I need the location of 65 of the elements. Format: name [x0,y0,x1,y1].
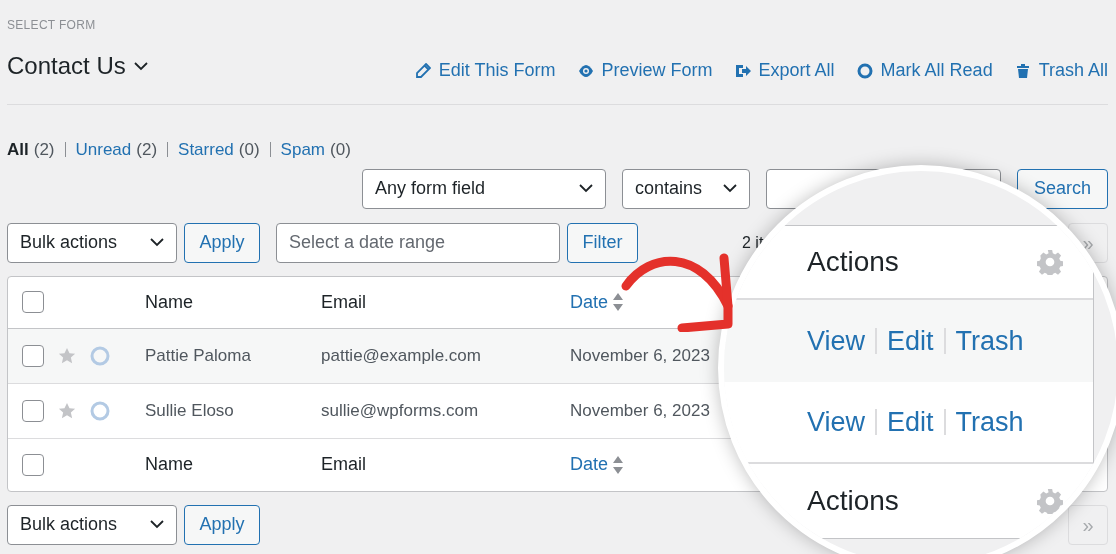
column-header: Name [145,290,193,314]
column-header: Actions [807,245,899,279]
row-checkbox[interactable] [22,399,44,422]
row-checkbox[interactable] [22,344,44,367]
row-checkbox[interactable] [22,291,44,313]
export-icon [734,62,751,79]
date-cell-text: November 6, 2023 [570,399,711,422]
column-header: Actions [807,484,899,518]
email-cell-text: pattie@example.com [321,344,482,367]
name-cell-text: Pattie Paloma [145,344,252,367]
column-header[interactable]: Date [570,451,609,478]
view-filter-link[interactable]: Starred (0) [178,137,260,163]
row-action-link[interactable]: Edit [887,401,934,443]
bulk-actions-select-value: Bulk actions [20,513,118,536]
column-header: Email [321,290,366,314]
column-header[interactable]: Date [570,288,609,316]
action-link[interactable]: Trash All [1014,57,1108,84]
field-select-value: Any form field [375,177,486,200]
column-header: Email [321,453,366,476]
settings-icon[interactable] [1037,488,1063,514]
bulk-actions-select[interactable]: Bulk actions [7,222,177,263]
form-selector[interactable]: Contact Us [7,48,148,84]
view-filter-link[interactable]: Unread (2) [75,137,158,163]
name-cell-text: Sullie Eloso [145,399,235,422]
row-action-link[interactable]: Trash [955,320,1024,362]
action-link[interactable]: Export All [734,57,835,84]
email-cell-text: sullie@wpforms.com [321,399,480,422]
circle-icon [856,62,873,79]
star-icon[interactable] [58,401,76,420]
chevron-down-icon [150,520,164,529]
row-checkbox[interactable] [22,453,44,476]
eye-icon [577,62,594,79]
bulk-actions-select-value: Bulk actions [20,231,118,254]
row-action-link[interactable]: Edit [887,320,934,362]
chevron-down-icon [723,184,737,193]
sort-icon[interactable] [612,292,625,312]
apply-button[interactable]: Apply [184,222,260,263]
row-action-link[interactable]: View [807,320,866,362]
column-header: Name [145,453,193,476]
operator-select[interactable]: contains [622,168,750,209]
apply-button[interactable]: Apply [184,504,260,545]
settings-icon[interactable] [1037,249,1063,275]
row-action-link[interactable]: Trash [955,401,1024,443]
trash-icon [1014,62,1031,79]
action-link[interactable]: Mark All Read [856,57,993,84]
date-cell-text: November 6, 2023 [570,344,711,367]
search-button[interactable]: Search [1017,168,1108,209]
operator-select-value: contains [635,177,703,200]
filter-button[interactable]: Filter [567,222,638,263]
view-filter-link[interactable]: All (2) [7,137,55,163]
chevron-down-icon [133,61,148,71]
read-status-icon[interactable] [90,400,110,421]
chevron-down-icon [150,238,164,247]
chevron-down-icon [579,184,593,193]
select-form-label: SELECT FORM [7,17,97,34]
view-filter-link[interactable]: Spam (0) [280,137,351,163]
bulk-actions-select[interactable]: Bulk actions [7,504,177,545]
action-link[interactable]: Preview Form [577,57,713,84]
pencil-icon [414,62,431,79]
action-link[interactable]: Edit This Form [414,57,556,84]
date-range-input[interactable]: Select a date range [276,222,560,263]
field-select[interactable]: Any form field [362,168,606,209]
row-action-link[interactable]: View [807,401,866,443]
star-icon[interactable] [58,346,76,365]
sort-icon[interactable] [612,454,625,475]
